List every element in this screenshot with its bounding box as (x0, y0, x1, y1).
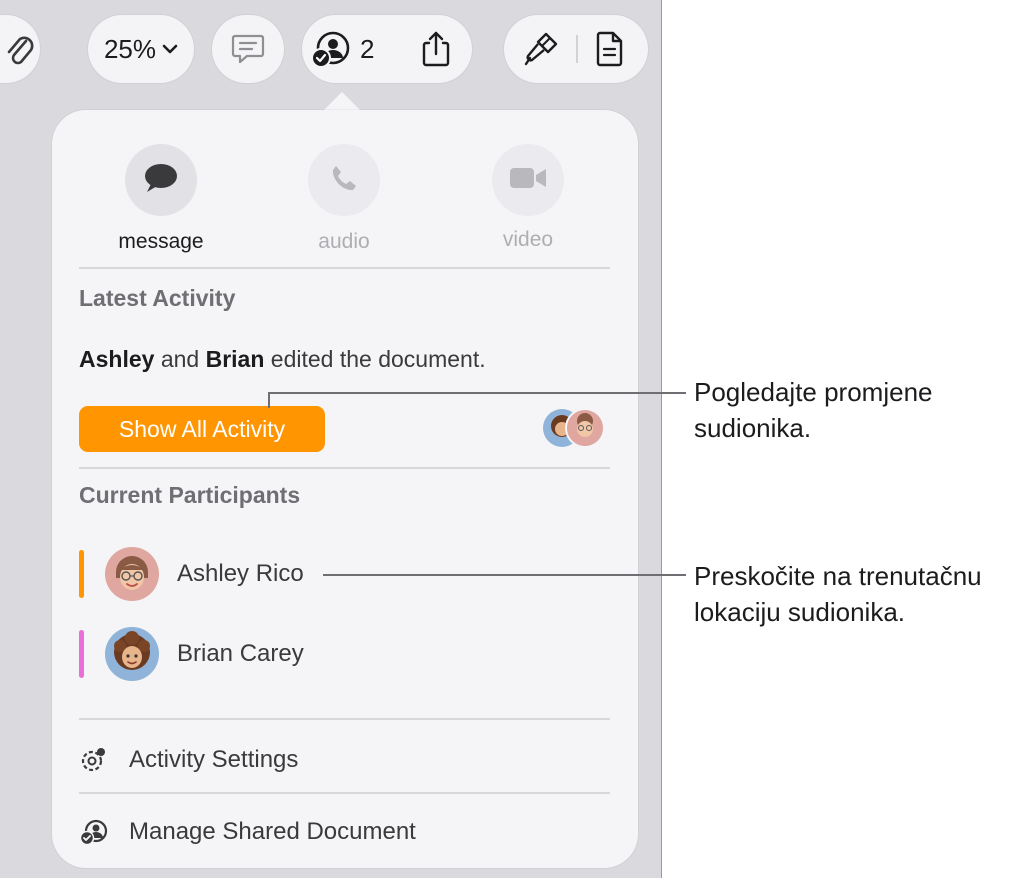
comment-icon (230, 32, 266, 66)
callout-show-activity: Pogledajte promjene sudionika. (694, 374, 933, 446)
app-screen: 25% 2 message audio video Latest Activit… (0, 0, 662, 878)
chevron-down-icon (162, 43, 178, 55)
brian-avatar (104, 626, 160, 687)
callout-line-1-vertical (268, 392, 270, 408)
callout-text: lokaciju sudionika. (694, 597, 906, 627)
collaboration-button[interactable]: 2 (310, 29, 374, 69)
divider (79, 267, 610, 269)
callout-text: Preskočite na trenutačnu (694, 561, 982, 591)
participant-name: Ashley Rico (177, 560, 304, 587)
ashley-mini-avatar (564, 408, 606, 453)
callout-line-1-horizontal (268, 392, 686, 394)
shared-document-icon (79, 818, 109, 851)
share-icon (420, 29, 452, 69)
audio-action: audio (274, 144, 414, 254)
collaboration-pill: 2 (302, 15, 472, 83)
collaboration-popover: message audio video Latest Activity Ashl… (52, 110, 638, 868)
manage-shared-document-label: Manage Shared Document (129, 818, 416, 845)
collaboration-icon (310, 29, 352, 69)
message-circle (125, 144, 197, 216)
ashley-avatar (104, 546, 160, 607)
share-button[interactable] (420, 29, 452, 69)
participant-name: Brian Carey (177, 640, 304, 667)
video-circle (492, 144, 564, 216)
zoom-level: 25% (103, 33, 157, 64)
activity-summary: Ashley and Brian edited the document. (79, 346, 486, 373)
phone-icon (329, 163, 359, 198)
show-all-activity-button[interactable]: Show All Activity (79, 406, 325, 452)
activity-name-2: Brian (205, 346, 265, 372)
current-participants-title: Current Participants (79, 482, 301, 508)
format-button[interactable] (524, 30, 560, 68)
paintbrush-icon (524, 30, 560, 68)
message-action[interactable]: message (91, 144, 231, 254)
format-document-pill (504, 15, 648, 83)
document-icon (594, 30, 626, 68)
paperclip-icon (4, 31, 34, 67)
video-action: video (458, 144, 598, 252)
callout-text: Pogledajte promjene (694, 377, 933, 407)
participant-row-brian[interactable]: Brian Carey (79, 622, 379, 684)
participant-row-ashley[interactable]: Ashley Rico (79, 542, 379, 604)
activity-rest: edited the document. (264, 346, 486, 372)
participant-color-bar (79, 630, 84, 678)
video-label: video (502, 228, 554, 251)
activity-settings-row[interactable]: Activity Settings (79, 740, 610, 780)
divider (79, 467, 610, 469)
attachment-button[interactable] (0, 15, 40, 83)
toolbar-divider (576, 35, 578, 63)
activity-settings-icon (79, 746, 107, 779)
comment-button[interactable] (212, 15, 284, 83)
zoom-menu[interactable]: 25% (88, 15, 194, 83)
callout-line-2 (323, 574, 686, 576)
video-camera-icon (508, 165, 548, 196)
callout-text: sudionika. (694, 413, 812, 443)
audio-label: audio (318, 230, 370, 253)
latest-activity-title: Latest Activity (79, 285, 236, 311)
callout-participant-location: Preskočite na trenutačnu lokaciju sudion… (694, 558, 982, 630)
divider (79, 718, 610, 720)
activity-settings-label: Activity Settings (129, 746, 299, 773)
divider (79, 792, 610, 794)
activity-connector: and (154, 346, 206, 372)
message-bubble-icon (143, 162, 179, 199)
activity-name-1: Ashley (79, 346, 155, 372)
participant-color-bar (79, 550, 84, 598)
collaborator-count: 2 (360, 33, 375, 64)
document-button[interactable] (594, 30, 626, 68)
manage-shared-document-row[interactable]: Manage Shared Document (79, 812, 610, 852)
message-label: message (118, 230, 204, 253)
activity-avatars (542, 408, 612, 450)
audio-circle (308, 144, 380, 216)
popover-arrow (322, 92, 362, 112)
